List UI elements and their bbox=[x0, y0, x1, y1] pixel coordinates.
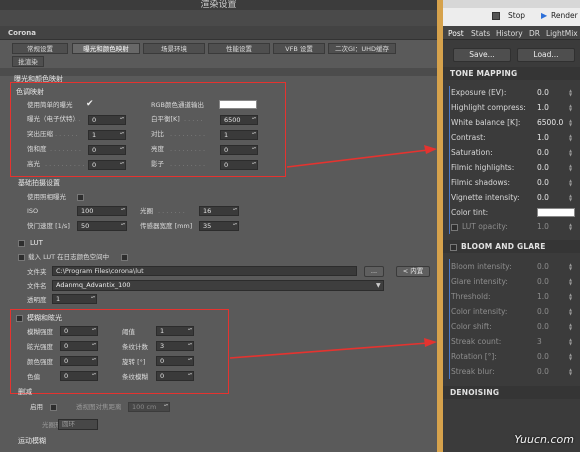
stop-button[interactable]: Stop bbox=[508, 9, 525, 22]
filmic-shadows-value[interactable]: 0.0 bbox=[537, 178, 549, 188]
streak-blur-value[interactable]: 0.0 bbox=[537, 367, 549, 377]
white-balance-value[interactable]: 6500.0 bbox=[537, 118, 563, 128]
bloom-glare-header: BLOOM AND GLARE bbox=[443, 240, 580, 253]
color-tint-swatch[interactable] bbox=[537, 208, 575, 217]
streak-count-value[interactable]: 3 bbox=[537, 337, 542, 347]
lut-opacity-checkbox[interactable] bbox=[451, 224, 458, 231]
color-tint-label: Color tint: bbox=[451, 208, 489, 217]
spinner-arrows-icon[interactable]: ▲ ▼ bbox=[569, 104, 572, 112]
color-intensity-value[interactable]: 0.0 bbox=[537, 307, 549, 317]
streak-count-label-r: Streak count: bbox=[451, 337, 502, 346]
watermark: Yuucn.com bbox=[514, 433, 574, 446]
bloom-glare-guide bbox=[449, 259, 450, 379]
stop-icon[interactable] bbox=[492, 12, 500, 20]
highlight-compress-value[interactable]: 1.0 bbox=[537, 103, 549, 113]
spinner-arrows-icon[interactable]: ▲ ▼ bbox=[569, 278, 572, 286]
load-button[interactable]: Load... bbox=[517, 48, 575, 62]
streak-blur-label-r: Streak blur: bbox=[451, 367, 495, 376]
arrow-top bbox=[286, 149, 429, 168]
bloom-glare-checkbox[interactable] bbox=[450, 243, 457, 251]
rotation-value[interactable]: 0.0 bbox=[537, 352, 549, 362]
spinner-arrows-icon[interactable]: ▲ ▼ bbox=[569, 89, 572, 97]
rotation-label-r: Rotation [°]: bbox=[451, 352, 497, 361]
tab-history[interactable]: History bbox=[496, 27, 523, 40]
highlight-compress-label-r: Highlight compress: bbox=[451, 103, 526, 112]
render-icon[interactable]: ▶ bbox=[541, 10, 547, 21]
threshold-value[interactable]: 1.0 bbox=[537, 292, 549, 302]
vignette-intensity-label: Vignette intensity: bbox=[451, 193, 520, 202]
spinner-arrows-icon[interactable]: ▲ ▼ bbox=[569, 164, 572, 172]
spinner-arrows-icon[interactable]: ▲ ▼ bbox=[569, 323, 572, 331]
filmic-shadows-label: Filmic shadows: bbox=[451, 178, 511, 187]
glare-intensity-label-r: Glare intensity: bbox=[451, 277, 508, 286]
toolbar-strip bbox=[443, 0, 580, 8]
lut-opacity-value[interactable]: 1.0 bbox=[537, 222, 549, 232]
color-shift-value[interactable]: 0.0 bbox=[537, 322, 549, 332]
tone-mapping-header: TONE MAPPING bbox=[443, 67, 580, 80]
threshold-label-r: Threshold: bbox=[451, 292, 491, 301]
spinner-arrows-icon[interactable]: ▲ ▼ bbox=[569, 368, 572, 376]
saturation-label-r: Saturation: bbox=[451, 148, 493, 157]
spinner-arrows-icon[interactable]: ▲ ▼ bbox=[569, 308, 572, 316]
spinner-arrows-icon[interactable]: ▲ ▼ bbox=[569, 149, 572, 157]
bloom-intensity-label-r: Bloom intensity: bbox=[451, 262, 512, 271]
saturation-value[interactable]: 0.0 bbox=[537, 148, 549, 158]
spinner-arrows-icon[interactable]: ▲ ▼ bbox=[569, 263, 572, 271]
tab-dr[interactable]: DR bbox=[529, 27, 540, 40]
arrow-top-head bbox=[424, 145, 437, 154]
lut-opacity-label-r: LUT opacity: bbox=[462, 222, 508, 231]
contrast-label-r: Contrast: bbox=[451, 133, 486, 142]
vignette-intensity-value[interactable]: 0.0 bbox=[537, 193, 549, 203]
spinner-arrows-icon[interactable]: ▲ ▼ bbox=[569, 353, 572, 361]
spinner-arrows-icon[interactable]: ▲ ▼ bbox=[569, 179, 572, 187]
filmic-highlights-label: Filmic highlights: bbox=[451, 163, 515, 172]
spinner-arrows-icon[interactable]: ▲ ▼ bbox=[569, 338, 572, 346]
arrow-bottom bbox=[229, 342, 429, 359]
spinner-arrows-icon[interactable]: ▲ ▼ bbox=[569, 119, 572, 127]
color-intensity-label-r: Color intensity: bbox=[451, 307, 508, 316]
contrast-value[interactable]: 1.0 bbox=[537, 133, 549, 143]
denoising-header: DENOISING bbox=[443, 386, 580, 399]
tone-mapping-guide bbox=[449, 86, 450, 234]
render-button[interactable]: Render bbox=[551, 9, 578, 22]
save-button[interactable]: Save... bbox=[453, 48, 511, 62]
arrow-bottom-head bbox=[424, 338, 437, 347]
tab-post[interactable]: Post bbox=[448, 27, 464, 40]
tab-stats[interactable]: Stats bbox=[471, 27, 490, 40]
glare-intensity-value[interactable]: 0.0 bbox=[537, 277, 549, 287]
exposure-ev-value[interactable]: 0.0 bbox=[537, 88, 549, 98]
spinner-arrows-icon[interactable]: ▲ ▼ bbox=[569, 134, 572, 142]
bloom-glare-title: BLOOM AND GLARE bbox=[461, 242, 546, 251]
spinner-arrows-icon[interactable]: ▲ ▼ bbox=[569, 194, 572, 202]
tab-lightmix[interactable]: LightMix bbox=[546, 27, 578, 40]
white-balance-label-r: White balance [K]: bbox=[451, 118, 521, 127]
bloom-intensity-value[interactable]: 0.0 bbox=[537, 262, 549, 272]
spinner-arrows-icon[interactable]: ▲ ▼ bbox=[569, 223, 572, 231]
color-shift-label-r: Color shift: bbox=[451, 322, 492, 331]
exposure-ev-label: Exposure (EV): bbox=[451, 88, 507, 97]
spinner-arrows-icon[interactable]: ▲ ▼ bbox=[569, 293, 572, 301]
filmic-highlights-value[interactable]: 0.0 bbox=[537, 163, 549, 173]
